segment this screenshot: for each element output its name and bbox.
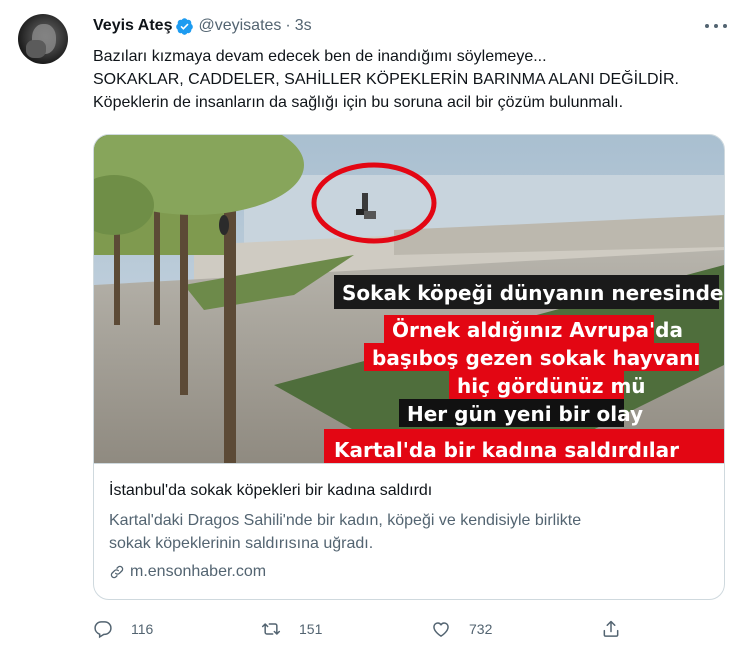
card-description-line: sokak köpeklerinin saldırısına uğradı.	[109, 535, 374, 552]
tweet-text-line: Köpeklerin de insanların da sağlığı için…	[93, 94, 624, 111]
tweet[interactable]: Veyis Ateş @veyisates · 3s Bazıları kızm…	[0, 0, 737, 662]
tweet-text: Bazıları kızmaya devam edecek ben de ina…	[93, 45, 723, 114]
heart-icon	[433, 622, 449, 637]
avatar-hand	[26, 40, 46, 58]
retweet-icon	[261, 623, 281, 635]
link-icon	[110, 565, 124, 579]
tweet-header: Veyis Ateş @veyisates · 3s	[93, 15, 312, 37]
author-name[interactable]: Veyis Ateş	[93, 17, 172, 35]
overlay-line-3: başıboş gezen sokak hayvanı	[372, 346, 700, 370]
overlay-line-6: Kartal'da bir kadına saldırdılar	[334, 438, 679, 462]
card-description-line: Kartal'daki Dragos Sahili'nde bir kadın,…	[109, 512, 582, 529]
header-separator: ·	[285, 17, 291, 34]
reply-icon	[94, 621, 112, 639]
tweet-actions: 116 151 732	[93, 617, 633, 641]
overlay-line-5: Her gün yeni bir olay	[407, 402, 643, 426]
overlay-line-2: Örnek aldığınız Avrupa'da	[392, 318, 683, 342]
avatar[interactable]	[18, 14, 68, 64]
overlay-line-4: hiç gördünüz mü	[457, 374, 646, 398]
author-handle[interactable]: @veyisates	[198, 17, 281, 35]
share-icon	[603, 620, 619, 637]
card-description: Kartal'daki Dragos Sahili'nde bir kadın,…	[109, 509, 709, 555]
card-domain-text: m.ensonhaber.com	[130, 563, 267, 580]
share-button[interactable]	[601, 617, 621, 641]
card-title[interactable]: İstanbul'da sokak köpekleri bir kadına s…	[109, 482, 432, 500]
tweet-timestamp[interactable]: 3s	[295, 17, 312, 35]
retweet-button[interactable]: 151	[261, 617, 322, 641]
link-card[interactable]: Sokak köpeği dünyanın neresinde var Örne…	[93, 134, 725, 600]
like-count: 732	[469, 621, 493, 637]
more-horizontal-icon[interactable]	[705, 18, 727, 34]
tweet-text-line: Bazıları kızmaya devam edecek ben de ina…	[93, 48, 547, 65]
tweet-text-line: SOKAKLAR, CADDELER, SAHİLLER KÖPEKLERİN …	[93, 71, 679, 88]
overlay-line-1: Sokak köpeği dünyanın neresinde var	[342, 281, 724, 305]
reply-button[interactable]: 116	[93, 617, 153, 641]
card-domain[interactable]: m.ensonhaber.com	[109, 563, 266, 581]
reply-count: 116	[131, 621, 154, 637]
like-button[interactable]: 732	[431, 617, 492, 641]
card-image-graphic: Sokak köpeği dünyanın neresinde var Örne…	[94, 135, 724, 463]
card-body[interactable]: İstanbul'da sokak köpekleri bir kadına s…	[94, 465, 724, 599]
card-image[interactable]: Sokak köpeği dünyanın neresinde var Örne…	[94, 135, 724, 464]
retweet-count: 151	[299, 621, 323, 637]
verified-badge-icon	[176, 17, 194, 35]
